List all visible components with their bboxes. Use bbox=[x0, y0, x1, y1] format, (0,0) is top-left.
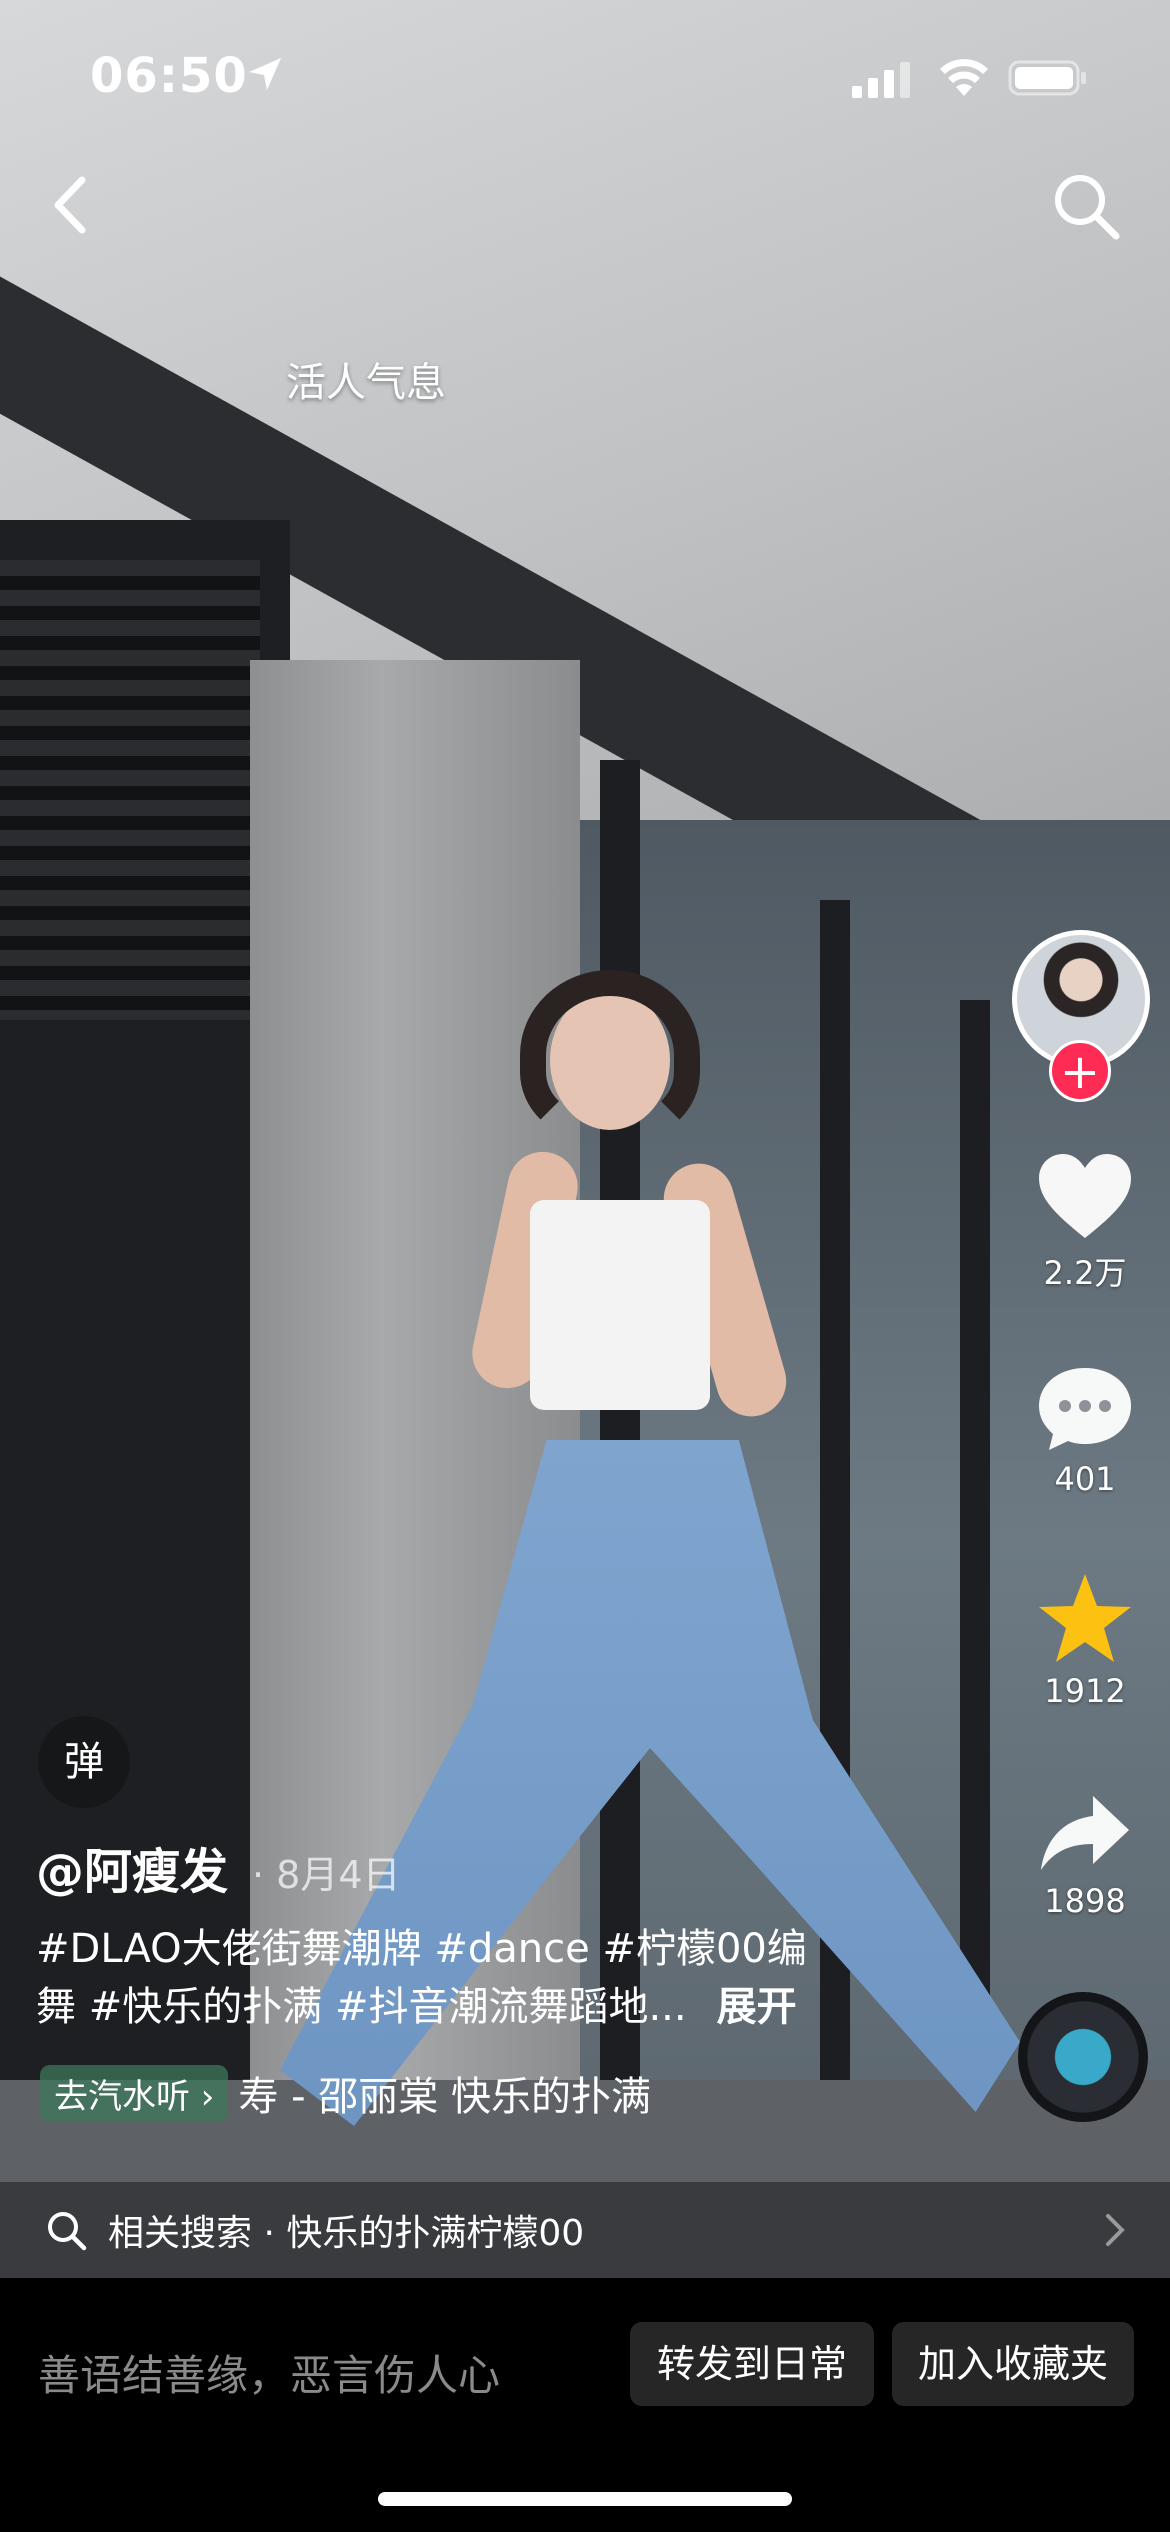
follow-button[interactable]: + bbox=[1049, 1040, 1111, 1102]
music-disc-icon[interactable] bbox=[1018, 1992, 1148, 2122]
status-time: 06:50 bbox=[90, 48, 248, 104]
scene-mullion bbox=[820, 900, 850, 2260]
star-icon bbox=[1039, 1574, 1131, 1662]
favorite-button[interactable]: 1912 bbox=[1000, 1570, 1170, 1710]
home-indicator[interactable] bbox=[378, 2492, 792, 2506]
dancer-top bbox=[530, 1200, 710, 1410]
dancer-hair bbox=[520, 970, 700, 1140]
share-count: 1898 bbox=[1044, 1882, 1126, 1920]
scene-louvers bbox=[0, 560, 260, 1020]
share-button[interactable]: 1898 bbox=[1000, 1790, 1170, 1920]
wifi-icon bbox=[940, 59, 988, 96]
add-to-favorites-button[interactable]: 加入收藏夹 bbox=[892, 2322, 1134, 2406]
description-line[interactable]: #DLAO大佬街舞潮牌 #dance #柠檬00编 bbox=[36, 1920, 886, 1978]
location-arrow-icon bbox=[249, 58, 281, 90]
comment-input[interactable]: 善语结善缘，恶言伤人心 bbox=[38, 2342, 500, 2403]
heart-icon bbox=[1039, 1154, 1131, 1238]
author-info: @阿瘦发 · 8月4日 bbox=[36, 1832, 401, 1902]
battery-icon bbox=[1008, 60, 1086, 96]
comment-icon bbox=[1039, 1368, 1131, 1450]
comment-button[interactable]: 401 bbox=[1000, 1362, 1170, 1498]
chevron-right-icon bbox=[1106, 2214, 1125, 2246]
comment-count: 401 bbox=[1054, 1460, 1116, 1498]
listen-in-app-button[interactable]: 去汽水听 › bbox=[40, 2064, 229, 2122]
post-date: · 8月4日 bbox=[252, 1853, 401, 1897]
description-line[interactable]: 舞 #快乐的扑满 #抖音潮流舞蹈地... bbox=[36, 1984, 687, 2030]
video-description: #DLAO大佬街舞潮牌 #dance #柠檬00编 舞 #快乐的扑满 #抖音潮流… bbox=[36, 1920, 886, 2036]
related-search-bar[interactable]: 相关搜索 · 快乐的扑满柠檬00 bbox=[0, 2182, 1170, 2278]
related-search-text: 相关搜索 · 快乐的扑满柠檬00 bbox=[108, 2213, 585, 2254]
like-count: 2.2万 bbox=[1043, 1254, 1127, 1292]
share-icon bbox=[1041, 1796, 1129, 1870]
video-caption: 活人气息 bbox=[286, 360, 446, 406]
bottom-bar: 善语结善缘，恶言伤人心 转发到日常 加入收藏夹 bbox=[0, 2278, 1170, 2532]
signal-icon bbox=[852, 62, 910, 98]
search-icon bbox=[48, 2212, 87, 2251]
music-row: 去汽水听 › 寿 - 邵丽棠 快乐的扑满 bbox=[40, 2064, 758, 2122]
expand-button[interactable]: 展开 bbox=[717, 1984, 797, 2030]
danmu-toggle-button[interactable]: 弹 bbox=[38, 1716, 130, 1808]
search-icon[interactable] bbox=[1050, 170, 1122, 242]
author-handle[interactable]: @阿瘦发 bbox=[36, 1844, 228, 1900]
music-track-text[interactable]: 寿 - 邵丽棠 快乐的扑满 bbox=[238, 2064, 758, 2122]
forward-to-daily-button[interactable]: 转发到日常 bbox=[630, 2322, 874, 2406]
back-chevron-icon[interactable] bbox=[44, 170, 100, 240]
status-bar: 06:50 bbox=[0, 0, 1170, 140]
like-button[interactable]: 2.2万 bbox=[1000, 1150, 1170, 1294]
favorite-count: 1912 bbox=[1044, 1672, 1126, 1710]
